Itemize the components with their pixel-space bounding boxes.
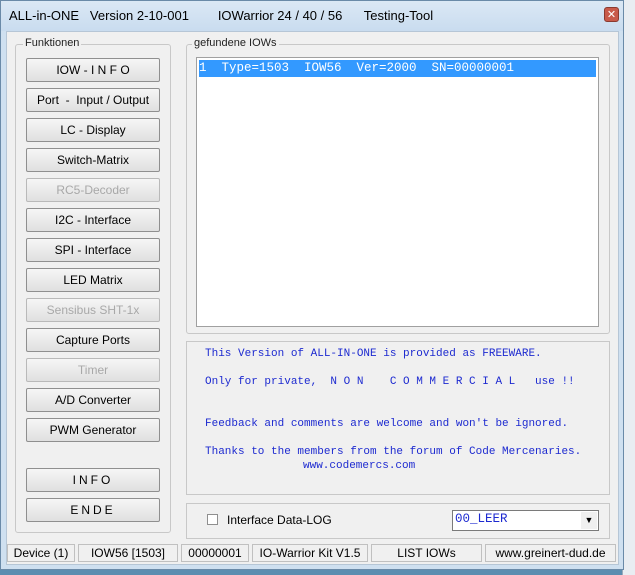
led-matrix-button[interactable]: LED Matrix — [26, 268, 160, 292]
capture-ports-button[interactable]: Capture Ports — [26, 328, 160, 352]
funktionen-label: Funktionen — [23, 37, 82, 49]
port-io-button[interactable]: Port - Input / Output — [26, 88, 160, 112]
pwm-generator-button[interactable]: PWM Generator — [26, 418, 160, 442]
status-kit: IO-Warrior Kit V1.5 — [252, 544, 368, 562]
iows-listbox[interactable]: 1 Type=1503 IOW56 Ver=2000 SN=00000001 — [196, 57, 599, 327]
spi-interface-button[interactable]: SPI - Interface — [26, 238, 160, 262]
data-log-checkbox[interactable] — [207, 514, 218, 525]
combo-value: 00_LEER — [455, 512, 508, 526]
close-button[interactable]: ✕ — [604, 7, 619, 22]
iows-label: gefundene IOWs — [192, 37, 279, 49]
switch-matrix-button[interactable]: Switch-Matrix — [26, 148, 160, 172]
thanks-text: Thanks to the members from the forum of … — [205, 446, 582, 458]
list-item[interactable]: 1 Type=1503 IOW56 Ver=2000 SN=00000001 — [199, 60, 596, 77]
info-button[interactable]: INFO — [26, 468, 160, 492]
chevron-down-icon[interactable]: ▼ — [581, 512, 597, 529]
freeware-text: This Version of ALL-IN-ONE is provided a… — [205, 348, 542, 360]
noncommercial-text: Only for private, N O N C O M M E R C I … — [205, 376, 575, 388]
iow-info-button[interactable]: IOW - I N F O — [26, 58, 160, 82]
feedback-text: Feedback and comments are welcome and wo… — [205, 418, 569, 430]
log-combobox[interactable]: 00_LEER ▼ — [452, 510, 599, 531]
window-title: ALL-in-ONE Version 2-10-001 IOWarrior 24… — [9, 8, 434, 23]
status-device: Device (1) — [7, 544, 75, 562]
data-log-label: Interface Data-LOG — [227, 513, 332, 527]
status-type: IOW56 [1503] — [78, 544, 178, 562]
i2c-interface-button[interactable]: I2C - Interface — [26, 208, 160, 232]
timer-button[interactable]: Timer — [26, 358, 160, 382]
lc-display-button[interactable]: LC - Display — [26, 118, 160, 142]
rc5-decoder-button[interactable]: RC5-Decoder — [26, 178, 160, 202]
ende-button[interactable]: ENDE — [26, 498, 160, 522]
status-website: www.greinert-dud.de — [485, 544, 616, 562]
status-serial: 00000001 — [181, 544, 249, 562]
status-bar: Device (1) IOW56 [1503] 00000001 IO-Warr… — [5, 544, 618, 564]
title-bar: ALL-in-ONE Version 2-10-001 IOWarrior 24… — [1, 1, 623, 31]
ad-converter-button[interactable]: A/D Converter — [26, 388, 160, 412]
website-text: www.codemercs.com — [303, 460, 416, 472]
status-list-iows: LIST IOWs — [371, 544, 482, 562]
sensibus-button[interactable]: Sensibus SHT-1x — [26, 298, 160, 322]
